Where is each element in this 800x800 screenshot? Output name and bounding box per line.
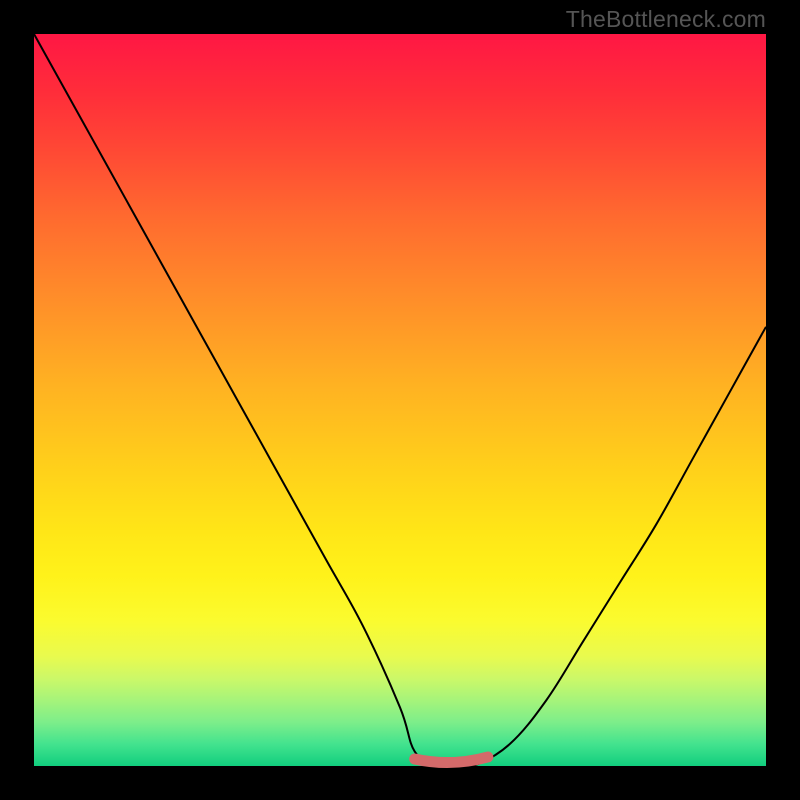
plot-area xyxy=(34,34,766,766)
chart-frame: TheBottleneck.com xyxy=(0,0,800,800)
watermark-text: TheBottleneck.com xyxy=(566,6,766,33)
optimal-range-highlight xyxy=(415,757,488,763)
bottleneck-curve xyxy=(34,34,766,768)
chart-svg xyxy=(34,34,766,766)
